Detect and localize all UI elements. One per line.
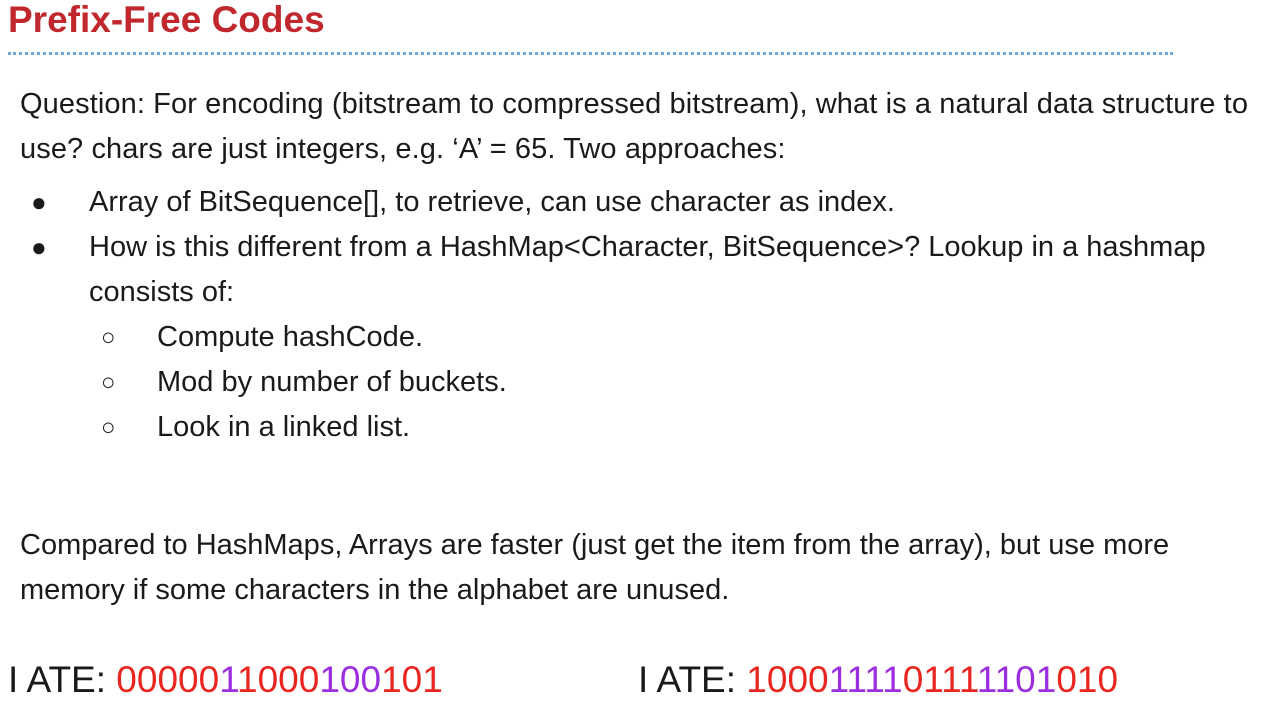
bit-segment: 101 bbox=[381, 659, 443, 700]
title-divider bbox=[8, 52, 1173, 55]
slide-title: Prefix-Free Codes bbox=[8, 0, 325, 40]
bullet-list: ● Array of BitSequence[], to retrieve, c… bbox=[0, 180, 1275, 450]
hollow-circle-icon: ○ bbox=[101, 414, 116, 441]
bullet-item-array: ● Array of BitSequence[], to retrieve, c… bbox=[0, 180, 1259, 225]
question-paragraph: Question: For encoding (bitstream to com… bbox=[20, 88, 1249, 165]
bit-segment: 1111 bbox=[828, 659, 903, 700]
bullet-dot-icon: ● bbox=[31, 232, 47, 262]
hollow-circle-icon: ○ bbox=[101, 369, 116, 396]
sub-bullet-item: ○ Compute hashCode. bbox=[89, 315, 1259, 360]
encoding-example-right: I ATE: 1000111101111101010 bbox=[638, 655, 1118, 705]
bit-segment: 010 bbox=[1056, 659, 1119, 700]
bit-segment: 1000 bbox=[746, 659, 829, 700]
encoding-example-left: I ATE: 0000011000100101 bbox=[8, 655, 443, 705]
sub-bullet-item: ○ Look in a linked list. bbox=[89, 405, 1259, 450]
bullet-item-hashmap: ● How is this different from a HashMap<C… bbox=[0, 225, 1259, 450]
bit-segment: 100 bbox=[319, 659, 382, 700]
hollow-circle-icon: ○ bbox=[101, 324, 116, 351]
bit-segment: 1000 bbox=[237, 659, 320, 700]
sub-bullet-text: Look in a linked list. bbox=[157, 411, 411, 443]
bullet-dot-icon: ● bbox=[31, 187, 47, 217]
sub-bullet-text: Compute hashCode. bbox=[157, 321, 423, 353]
comparison-paragraph: Compared to HashMaps, Arrays are faster … bbox=[20, 529, 1170, 606]
bullet-text: How is this different from a HashMap<Cha… bbox=[89, 231, 1206, 308]
bit-segment: 1 bbox=[219, 659, 238, 700]
sub-bullet-item: ○ Mod by number of buckets. bbox=[89, 360, 1259, 405]
bit-segment: 1101 bbox=[976, 659, 1057, 700]
bullet-text: Array of BitSequence[], to retrieve, can… bbox=[89, 186, 895, 218]
encoding-label: I ATE: bbox=[8, 659, 117, 700]
encoding-label: I ATE: bbox=[638, 659, 747, 700]
bit-segment: 0111 bbox=[902, 659, 977, 700]
sub-bullet-list: ○ Compute hashCode. ○ Mod by number of b… bbox=[89, 315, 1259, 450]
bit-segment: 00000 bbox=[116, 659, 220, 700]
sub-bullet-text: Mod by number of buckets. bbox=[157, 366, 507, 398]
